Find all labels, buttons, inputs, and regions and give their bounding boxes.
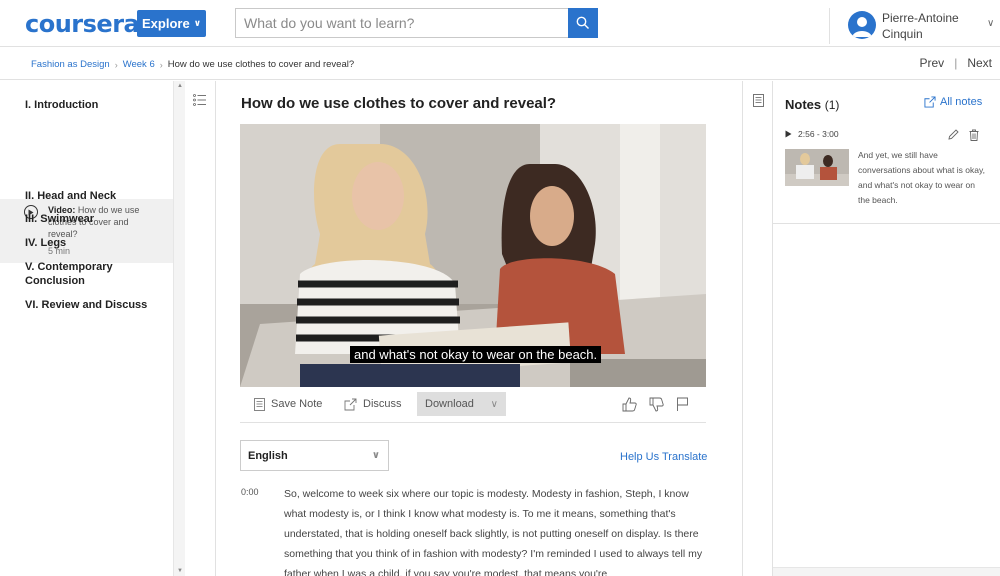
language-value: English	[248, 449, 288, 462]
user-name[interactable]: Pierre-Antoine Cinquin	[882, 10, 972, 42]
chevron-down-icon[interactable]: ∨	[987, 18, 994, 29]
search-button[interactable]	[568, 8, 598, 38]
chevron-right-icon: ›	[114, 59, 118, 70]
outline-rail	[185, 81, 216, 576]
search-input[interactable]	[235, 8, 568, 38]
thumbs-up-icon[interactable]	[622, 397, 637, 412]
save-note-label: Save Note	[271, 398, 323, 410]
top-header: coursera Explore ∨ Pierre-Antoine Cinqui…	[0, 0, 1000, 47]
notes-scrollbar[interactable]	[773, 567, 1000, 576]
list-icon[interactable]	[193, 94, 207, 106]
external-link-icon	[344, 398, 357, 410]
download-label: Download	[425, 398, 474, 410]
course-sidebar: I. Introduction Video: How do we use clo…	[0, 81, 173, 576]
explore-label: Explore	[142, 16, 190, 31]
breadcrumb-course[interactable]: Fashion as Design	[31, 59, 110, 70]
avatar[interactable]	[848, 11, 876, 39]
notes-rail	[742, 81, 773, 576]
header-divider	[829, 8, 830, 44]
note-thumbnail-image	[785, 149, 849, 186]
all-notes-link[interactable]: All notes	[924, 96, 982, 108]
breadcrumb-bar: Fashion as Design › Week 6 › How do we u…	[0, 48, 1000, 80]
note-timestamp[interactable]: 2:56 - 3:00	[785, 129, 839, 139]
notes-icon[interactable]	[753, 94, 764, 107]
sidebar-item-introduction[interactable]: I. Introduction	[25, 98, 170, 112]
discuss-label: Discuss	[363, 398, 402, 410]
coursera-logo[interactable]: coursera	[25, 10, 140, 38]
sidebar-item-head-and-neck[interactable]: II. Head and Neck	[25, 189, 170, 203]
note-thumbnail[interactable]	[785, 149, 849, 186]
transcript-timestamp[interactable]: 0:00	[241, 487, 259, 497]
user-icon	[852, 17, 872, 37]
scroll-up-icon[interactable]: ▲	[177, 83, 183, 89]
play-icon	[785, 130, 792, 138]
chevron-down-icon: ∨	[490, 398, 498, 410]
help-translate-link[interactable]: Help Us Translate	[620, 451, 707, 463]
language-select[interactable]: English ∨	[240, 440, 389, 471]
pencil-icon[interactable]	[948, 129, 959, 140]
breadcrumb: Fashion as Design › Week 6 › How do we u…	[31, 59, 354, 70]
next-link[interactable]: Next	[967, 56, 992, 70]
download-button[interactable]: Download ∨	[417, 392, 506, 416]
thumbs-down-icon[interactable]	[649, 397, 664, 412]
prev-next-nav: Prev | Next	[920, 56, 993, 70]
all-notes-label: All notes	[940, 96, 983, 108]
discuss-button[interactable]: Discuss	[344, 392, 402, 416]
video-toolbar: Save Note Discuss Download ∨	[240, 392, 706, 423]
page-title: How do we use clothes to cover and revea…	[241, 95, 557, 112]
scroll-down-icon[interactable]: ▼	[177, 568, 183, 574]
flag-icon[interactable]	[676, 397, 689, 412]
breadcrumb-current: How do we use clothes to cover and revea…	[167, 59, 355, 70]
video-caption: and what's not okay to wear on the beach…	[350, 346, 602, 363]
note-time-label: 2:56 - 3:00	[798, 129, 839, 139]
sidebar-item-legs[interactable]: IV. Legs	[25, 236, 170, 250]
explore-button[interactable]: Explore ∨	[137, 10, 206, 37]
note-icon	[254, 397, 265, 411]
notes-title-label: Notes	[785, 97, 822, 112]
notes-count: (1)	[824, 98, 840, 112]
external-link-icon	[924, 96, 936, 108]
video-player[interactable]: and what's not okay to wear on the beach…	[240, 124, 706, 387]
note-text[interactable]: And yet, we still have conversations abo…	[858, 148, 988, 208]
notes-panel: Notes (1) All notes 2:56 - 3:00 And yet,…	[773, 81, 1000, 224]
nav-separator: |	[954, 56, 958, 70]
notes-title: Notes (1)	[785, 97, 839, 112]
breadcrumb-week[interactable]: Week 6	[123, 59, 155, 70]
chevron-down-icon: ∨	[371, 450, 380, 461]
chevron-down-icon: ∨	[193, 18, 201, 28]
sidebar-item-contemporary-conclusion[interactable]: V. Contemporary Conclusion	[25, 260, 170, 288]
chevron-right-icon: ›	[159, 59, 163, 70]
save-note-button[interactable]: Save Note	[254, 392, 322, 416]
prev-link[interactable]: Prev	[920, 56, 945, 70]
sidebar-item-review-and-discuss[interactable]: VI. Review and Discuss	[25, 298, 170, 312]
transcript-text[interactable]: So, welcome to week six where our topic …	[284, 484, 710, 576]
sidebar-item-swimwear[interactable]: III. Swimwear	[25, 212, 170, 226]
sidebar-scrollbar[interactable]: ▲ ▼	[173, 81, 185, 576]
trash-icon[interactable]	[969, 129, 979, 141]
search-icon	[576, 16, 589, 29]
